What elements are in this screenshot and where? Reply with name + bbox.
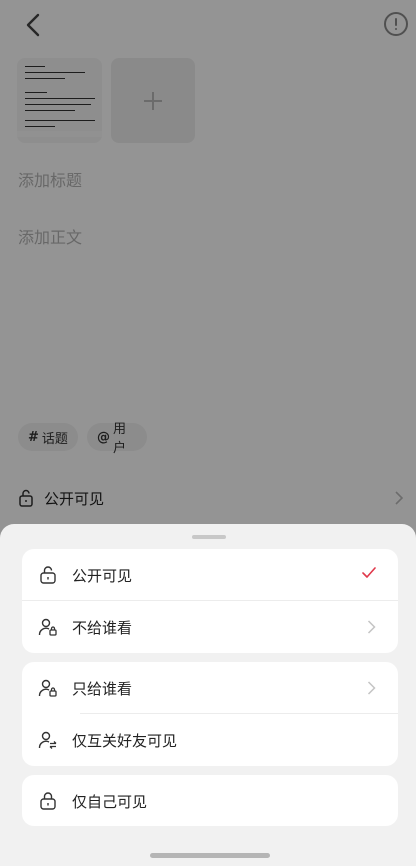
- checkmark-icon: [362, 567, 376, 578]
- user-mutual-icon: [38, 731, 57, 749]
- lock-open-icon: [40, 566, 56, 584]
- chevron-right-icon: [367, 681, 376, 695]
- option-label: 仅自己可见: [72, 793, 148, 811]
- option-public[interactable]: 公开可见: [22, 549, 398, 601]
- option-label: 仅互关好友可见: [72, 732, 178, 750]
- chevron-right-icon: [367, 620, 376, 634]
- option-label: 公开可见: [72, 567, 133, 585]
- user-lock-icon: [38, 679, 57, 697]
- option-label: 不给谁看: [72, 619, 133, 637]
- option-hide-from[interactable]: 不给谁看: [22, 601, 398, 653]
- lock-icon: [40, 792, 56, 810]
- option-label: 只给谁看: [72, 680, 133, 698]
- option-mutual-friends[interactable]: 仅互关好友可见: [22, 714, 398, 766]
- drag-handle[interactable]: [192, 535, 226, 539]
- home-indicator: [150, 853, 270, 858]
- options-group-2: 只给谁看 仅互关好友可见: [22, 662, 398, 766]
- user-lock-icon: [38, 618, 57, 636]
- option-private[interactable]: 仅自己可见: [22, 775, 398, 826]
- visibility-bottom-sheet: 公开可见 不给谁看 只给谁看 仅互关好友可见 仅自己可见: [0, 524, 416, 866]
- option-show-only-to[interactable]: 只给谁看: [22, 662, 398, 714]
- options-group-3: 仅自己可见: [22, 775, 398, 826]
- options-group-1: 公开可见 不给谁看: [22, 549, 398, 653]
